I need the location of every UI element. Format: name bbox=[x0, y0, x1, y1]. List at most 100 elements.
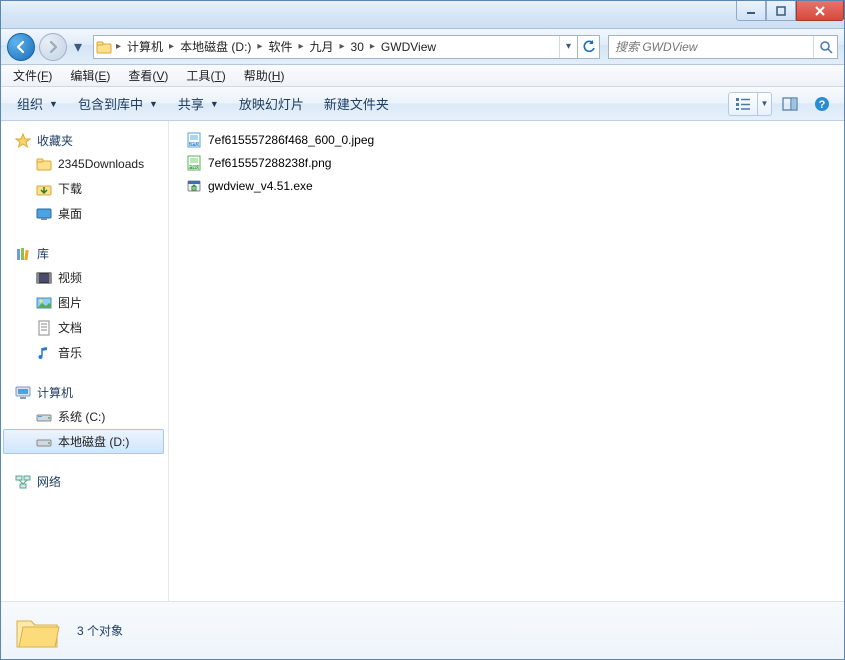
crumb-computer[interactable]: 计算机 bbox=[123, 36, 167, 58]
file-item[interactable]: PNG 7ef615557288238f.png bbox=[181, 152, 832, 174]
video-icon bbox=[36, 270, 52, 286]
menu-file[interactable]: 文件(F) bbox=[5, 65, 60, 86]
titlebar-text bbox=[9, 6, 141, 23]
menu-bar: 文件(F) 编辑(E) 查看(V) 工具(T) 帮助(H) bbox=[1, 65, 844, 87]
sidebar-item-label: 文档 bbox=[58, 319, 82, 336]
computer-icon bbox=[15, 385, 31, 401]
breadcrumb-sep[interactable]: ▸ bbox=[167, 36, 176, 58]
sidebar-label: 计算机 bbox=[37, 384, 73, 401]
menu-view[interactable]: 查看(V) bbox=[120, 65, 176, 86]
titlebar bbox=[1, 1, 844, 29]
exe-icon bbox=[186, 178, 202, 194]
svg-text:?: ? bbox=[819, 99, 826, 111]
navigation-pane: 收藏夹 2345Downloads 下载 桌面 bbox=[1, 121, 169, 601]
new-folder-button[interactable]: 新建文件夹 bbox=[316, 90, 397, 117]
sidebar-item-label: 2345Downloads bbox=[58, 157, 144, 171]
sidebar-item-desktop[interactable]: 桌面 bbox=[3, 201, 164, 226]
search-icon[interactable] bbox=[813, 36, 837, 58]
libraries-group: 库 视频 图片 文档 音乐 bbox=[1, 242, 168, 365]
file-name: gwdview_v4.51.exe bbox=[208, 179, 313, 193]
jpeg-icon: JPG bbox=[186, 132, 202, 148]
sidebar-item-drive-d[interactable]: 本地磁盘 (D:) bbox=[3, 429, 164, 454]
chevron-down-icon[interactable]: ▼ bbox=[757, 93, 771, 115]
search-input[interactable] bbox=[609, 40, 813, 54]
crumb-september[interactable]: 九月 bbox=[305, 36, 337, 58]
preview-pane-button[interactable] bbox=[777, 92, 803, 116]
sidebar-item-documents[interactable]: 文档 bbox=[3, 315, 164, 340]
drive-icon bbox=[36, 434, 52, 450]
svg-text:JPG: JPG bbox=[189, 142, 199, 148]
crumb-software[interactable]: 软件 bbox=[264, 36, 296, 58]
body: 收藏夹 2345Downloads 下载 桌面 bbox=[1, 121, 844, 601]
folder-icon bbox=[36, 156, 52, 172]
crumb-drive-d[interactable]: 本地磁盘 (D:) bbox=[176, 36, 255, 58]
file-item[interactable]: JPG 7ef615557286f468_600_0.jpeg bbox=[181, 129, 832, 151]
sidebar-label: 网络 bbox=[37, 473, 61, 490]
explorer-window: ▾ ▸ 计算机 ▸ 本地磁盘 (D:) ▸ 软件 ▸ 九月 ▸ 30 ▸ GWD… bbox=[0, 0, 845, 660]
desktop-icon bbox=[36, 206, 52, 222]
command-bar: 组织▼ 包含到库中▼ 共享▼ 放映幻灯片 新建文件夹 ▼ ? bbox=[1, 87, 844, 121]
favorites-header[interactable]: 收藏夹 bbox=[1, 129, 168, 152]
breadcrumb-sep[interactable]: ▸ bbox=[114, 36, 123, 58]
sidebar-item-2345downloads[interactable]: 2345Downloads bbox=[3, 152, 164, 176]
history-dropdown[interactable]: ▾ bbox=[71, 33, 85, 61]
address-dropdown[interactable]: ▾ bbox=[559, 36, 577, 58]
sidebar-label: 库 bbox=[37, 245, 49, 262]
picture-icon bbox=[36, 295, 52, 311]
sidebar-item-music[interactable]: 音乐 bbox=[3, 340, 164, 365]
drive-icon bbox=[36, 409, 52, 425]
search-box[interactable] bbox=[608, 35, 838, 59]
file-list[interactable]: JPG 7ef615557286f468_600_0.jpeg PNG 7ef6… bbox=[169, 121, 844, 601]
organize-button[interactable]: 组织▼ bbox=[9, 90, 66, 117]
sidebar-item-pictures[interactable]: 图片 bbox=[3, 290, 164, 315]
favorites-group: 收藏夹 2345Downloads 下载 桌面 bbox=[1, 129, 168, 226]
sidebar-label: 收藏夹 bbox=[37, 132, 73, 149]
refresh-button[interactable] bbox=[577, 36, 599, 58]
libraries-header[interactable]: 库 bbox=[1, 242, 168, 265]
sidebar-item-label: 本地磁盘 (D:) bbox=[58, 433, 129, 450]
sidebar-item-label: 系统 (C:) bbox=[58, 408, 105, 425]
network-icon bbox=[15, 474, 31, 490]
window-controls bbox=[736, 1, 844, 21]
address-bar[interactable]: ▸ 计算机 ▸ 本地磁盘 (D:) ▸ 软件 ▸ 九月 ▸ 30 ▸ GWDVi… bbox=[93, 35, 600, 59]
star-icon bbox=[15, 133, 31, 149]
view-mode-icon bbox=[729, 97, 757, 111]
sidebar-item-label: 视频 bbox=[58, 269, 82, 286]
sidebar-item-downloads[interactable]: 下载 bbox=[3, 176, 164, 201]
breadcrumb-sep[interactable]: ▸ bbox=[255, 36, 264, 58]
help-button[interactable]: ? bbox=[809, 92, 835, 116]
menu-tools[interactable]: 工具(T) bbox=[178, 65, 233, 86]
network-header[interactable]: 网络 bbox=[1, 470, 168, 493]
sidebar-item-videos[interactable]: 视频 bbox=[3, 265, 164, 290]
crumb-30[interactable]: 30 bbox=[347, 36, 368, 58]
file-item[interactable]: gwdview_v4.51.exe bbox=[181, 175, 832, 197]
file-name: 7ef615557288238f.png bbox=[208, 156, 331, 170]
file-name: 7ef615557286f468_600_0.jpeg bbox=[208, 133, 374, 147]
breadcrumb-sep[interactable]: ▸ bbox=[338, 36, 347, 58]
maximize-button[interactable] bbox=[766, 1, 796, 21]
computer-header[interactable]: 计算机 bbox=[1, 381, 168, 404]
details-count: 3 个对象 bbox=[77, 622, 123, 639]
network-group: 网络 bbox=[1, 470, 168, 493]
png-icon: PNG bbox=[186, 155, 202, 171]
navigation-bar: ▾ ▸ 计算机 ▸ 本地磁盘 (D:) ▸ 软件 ▸ 九月 ▸ 30 ▸ GWD… bbox=[1, 29, 844, 65]
include-library-button[interactable]: 包含到库中▼ bbox=[70, 90, 166, 117]
back-button[interactable] bbox=[7, 33, 35, 61]
breadcrumb-sep[interactable]: ▸ bbox=[368, 36, 377, 58]
slideshow-button[interactable]: 放映幻灯片 bbox=[231, 90, 312, 117]
menu-edit[interactable]: 编辑(E) bbox=[62, 65, 118, 86]
close-button[interactable] bbox=[796, 1, 844, 21]
sidebar-item-label: 图片 bbox=[58, 294, 82, 311]
sidebar-item-label: 桌面 bbox=[58, 205, 82, 222]
menu-help[interactable]: 帮助(H) bbox=[236, 65, 293, 86]
forward-button[interactable] bbox=[39, 33, 67, 61]
sidebar-item-drive-c[interactable]: 系统 (C:) bbox=[3, 404, 164, 429]
library-icon bbox=[15, 246, 31, 262]
music-icon bbox=[36, 345, 52, 361]
crumb-gwdview[interactable]: GWDView bbox=[377, 36, 440, 58]
breadcrumb-sep[interactable]: ▸ bbox=[296, 36, 305, 58]
share-button[interactable]: 共享▼ bbox=[170, 90, 227, 117]
minimize-button[interactable] bbox=[736, 1, 766, 21]
view-mode-button[interactable]: ▼ bbox=[728, 92, 772, 116]
folder-icon bbox=[94, 39, 114, 55]
